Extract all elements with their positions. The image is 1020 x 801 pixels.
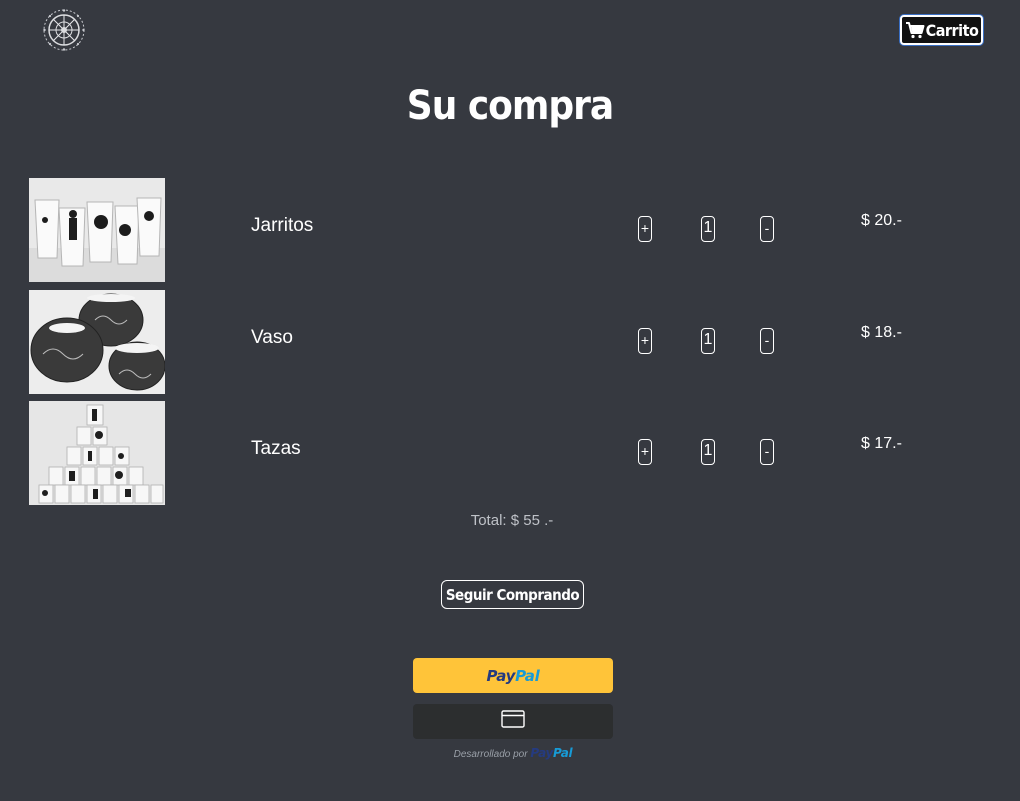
- decrease-quantity-button[interactable]: -: [760, 328, 774, 354]
- paypal-logo-pal: Pal: [515, 666, 540, 685]
- paypal-button[interactable]: PayPal: [413, 658, 613, 693]
- increase-quantity-button[interactable]: +: [638, 216, 652, 242]
- paypal-logo: PayPal: [487, 667, 540, 685]
- paypal-logo-pay: Pay: [486, 666, 516, 685]
- quantity-value[interactable]: 1: [701, 216, 715, 242]
- debit-credit-card-button[interactable]: [413, 704, 613, 739]
- increase-quantity-button[interactable]: +: [638, 328, 652, 354]
- quantity-value[interactable]: 1: [701, 439, 715, 465]
- increase-quantity-button[interactable]: +: [638, 439, 652, 465]
- paypal-logo-small-pay: Pay: [530, 746, 554, 760]
- cart-item: Jarritos + 1 - $ 20.-: [0, 178, 1020, 282]
- paypal-logo-small: PayPal: [530, 746, 572, 760]
- cups-photo: [29, 290, 165, 394]
- item-price: $ 20.-: [861, 212, 902, 229]
- credit-card-icon: [501, 710, 525, 733]
- cart-button-label: Carrito: [925, 20, 979, 40]
- mandala-logo-icon[interactable]: [40, 8, 88, 52]
- mugs-photo: [29, 178, 165, 282]
- continue-shopping-button[interactable]: Seguir Comprando: [441, 580, 584, 609]
- item-price: $ 18.-: [861, 324, 902, 341]
- quantity-value[interactable]: 1: [701, 328, 715, 354]
- item-name: Tazas: [251, 438, 301, 459]
- decrease-quantity-button[interactable]: -: [760, 439, 774, 465]
- powered-by-label: Desarrollado por: [453, 749, 528, 760]
- item-price: $ 17.-: [861, 435, 902, 452]
- cart-icon: [905, 21, 925, 39]
- cart-item: Vaso + 1 - $ 18.-: [0, 290, 1020, 394]
- item-name: Jarritos: [251, 215, 314, 236]
- order-total: Total: $ 55 .-: [470, 512, 554, 529]
- stacked-mugs-photo: [29, 401, 165, 505]
- paypal-powered-by: Desarrollado por PayPal: [413, 746, 613, 760]
- cart-button[interactable]: Carrito: [900, 15, 983, 45]
- page-title: Su compra: [406, 83, 614, 129]
- decrease-quantity-button[interactable]: -: [760, 216, 774, 242]
- paypal-logo-small-pal: Pal: [553, 746, 573, 760]
- cart-item: Tazas + 1 - $ 17.-: [0, 401, 1020, 505]
- item-name: Vaso: [251, 327, 293, 348]
